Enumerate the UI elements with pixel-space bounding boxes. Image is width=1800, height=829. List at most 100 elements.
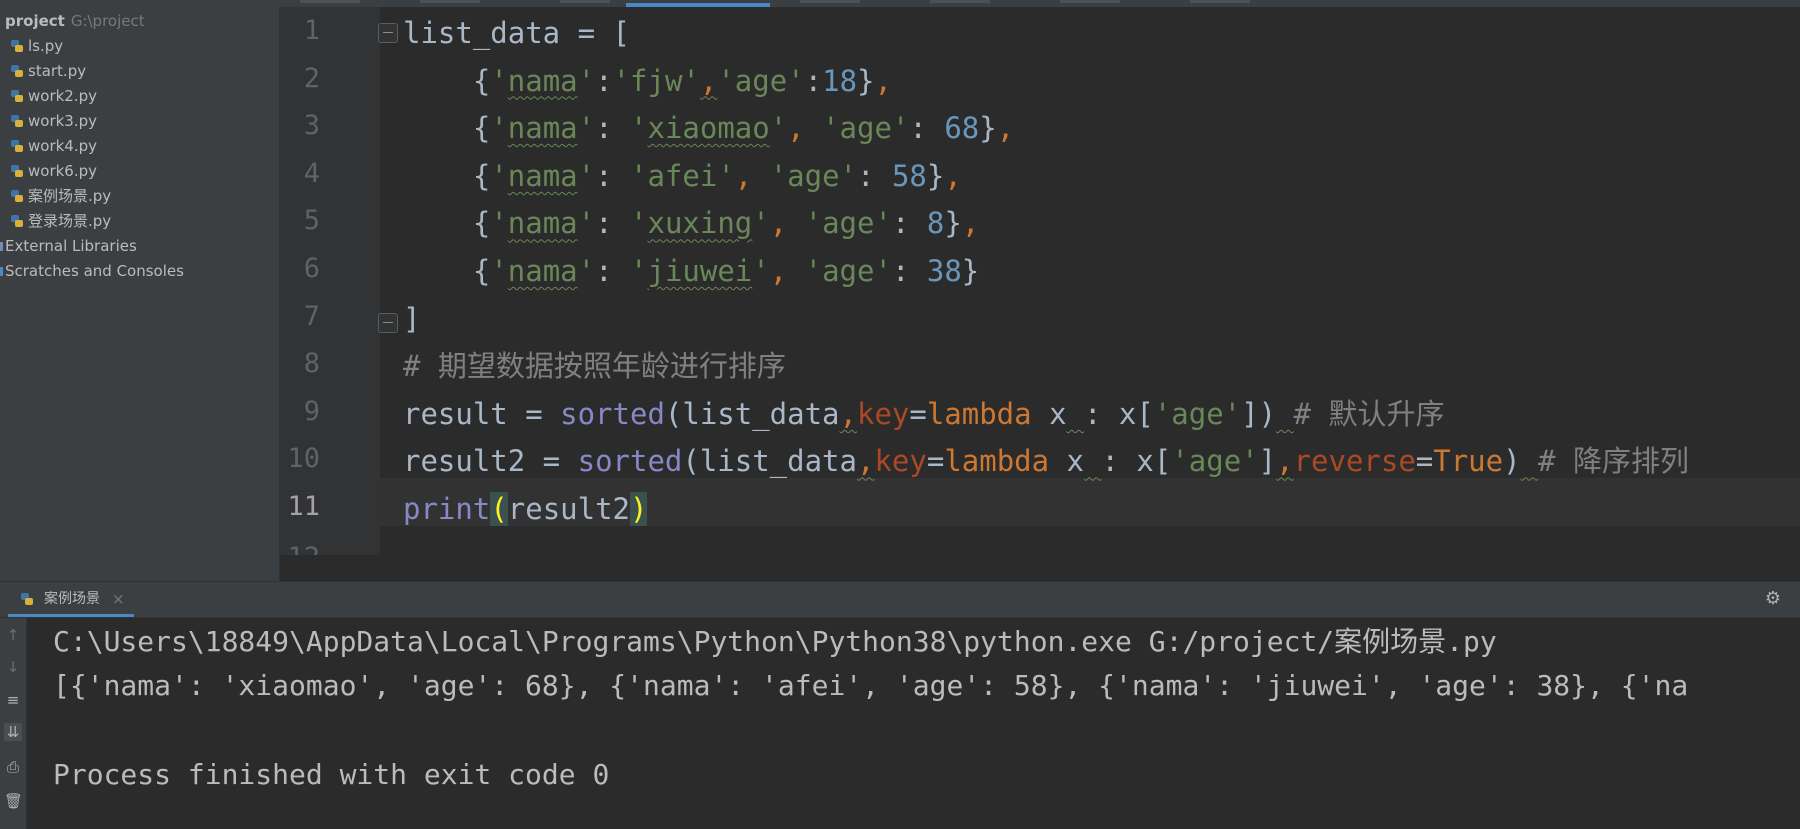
python-file-icon (11, 90, 23, 102)
line-number: 7 (303, 300, 320, 332)
code-line[interactable]: # 期望数据按照年龄进行排序 (403, 342, 786, 390)
scroll-to-end-icon[interactable]: ⇊ (4, 723, 22, 741)
code-line[interactable]: print(result2) (403, 485, 648, 533)
code-token: # 期望数据按照年龄进行排序 (403, 349, 786, 384)
code-token: key (874, 444, 927, 479)
run-tab-label: 案例场景 (44, 591, 100, 607)
tree-item-label: 登录场景.py (28, 212, 112, 230)
code-token: 'afei' (630, 158, 735, 193)
print-icon[interactable]: ⎙ (4, 758, 22, 776)
console-line: C:\Users\18849\AppData\Local\Programs\Py… (53, 625, 1497, 658)
fold-marker[interactable] (378, 313, 398, 333)
code-token: : (804, 63, 823, 98)
line-number: 12 (280, 544, 320, 555)
code-token: 'age' (1153, 396, 1242, 431)
line-number: 11 (287, 491, 320, 522)
python-file-icon (11, 190, 23, 202)
code-token: , (769, 206, 805, 241)
line-number: 9 (303, 395, 320, 427)
code-token: ' (490, 158, 508, 193)
code-token: ' (630, 111, 648, 146)
editor-tab-strip (0, 0, 1800, 7)
code-token: reverse (1293, 444, 1416, 479)
code-token: ' (577, 111, 596, 146)
code-token: ' (769, 111, 788, 146)
code-token: # 默认升序 (1293, 396, 1445, 431)
run-tab[interactable]: 案例场景 × (8, 582, 134, 617)
code-line[interactable]: {'nama': 'afei', 'age': 58}, (403, 152, 962, 200)
code-token: , (839, 396, 857, 431)
line-number: 10 (287, 443, 320, 475)
code-line[interactable]: result = sorted(list_data,key=lambda x :… (403, 390, 1444, 438)
code-token: 'fjw' (612, 63, 700, 98)
code-token: 'age' (1171, 444, 1259, 479)
code-token: print (403, 492, 491, 526)
line-number: 1 (303, 15, 320, 46)
code-token: ' (490, 206, 508, 241)
code-token: (list_data (664, 396, 840, 431)
code-token: } (857, 63, 875, 98)
code-token: (list_data (682, 444, 857, 479)
code-token: nama (507, 63, 578, 98)
code-token: { (403, 254, 491, 288)
code-token: result2 (507, 492, 630, 526)
run-tool-window: 案例场景 × ⚙ ↑ ↓ ≡ ⇊ ⎙ 🗑 C:\Users\18849\AppD… (0, 581, 1800, 829)
code-token: : (595, 111, 631, 146)
code-line[interactable]: {'nama':'fjw','age':18}, (403, 57, 892, 105)
down-arrow-icon[interactable]: ↓ (4, 658, 22, 676)
code-token: 38 (926, 254, 962, 288)
code-token: , (734, 158, 770, 193)
line-number-gutter: 1 2 3 4 5 6 7 8 9 10 11 (280, 7, 380, 555)
line-number: 5 (303, 205, 320, 237)
code-token: nama (507, 111, 578, 146)
console-line: [{'nama': 'xiaomao', 'age': 68}, {'nama'… (53, 669, 1689, 702)
code-token: : (857, 158, 892, 193)
tree-item-label: 案例场景.py (28, 187, 112, 205)
code-token: { (403, 158, 491, 193)
tree-item-label: ls.py (28, 37, 64, 55)
code-token: 8 (926, 206, 945, 241)
code-line[interactable]: ] (403, 295, 420, 343)
code-token: # 降序排列 (1538, 444, 1689, 479)
code-token: = (1415, 444, 1434, 479)
code-line[interactable]: {'nama': 'xuxing', 'age': 8}, (403, 199, 979, 247)
code-token: : (891, 254, 927, 288)
up-arrow-icon[interactable]: ↑ (4, 626, 22, 644)
code-token: 58 (891, 158, 927, 193)
python-file-icon (11, 115, 23, 127)
code-token: 'age' (769, 158, 858, 193)
fold-marker[interactable] (378, 23, 398, 43)
code-token: ' (577, 63, 596, 98)
code-token: ' (490, 111, 508, 146)
code-editor[interactable]: 1234567891011 12 list_data = [ {'nama':'… (280, 7, 1800, 581)
line-number: 2 (303, 62, 320, 94)
code-token: , (944, 158, 962, 193)
python-icon (21, 593, 33, 605)
code-token: 68 (944, 111, 980, 146)
gear-icon[interactable]: ⚙ (1764, 590, 1782, 608)
trash-icon[interactable]: 🗑 (4, 792, 23, 810)
code-token: ' (577, 158, 596, 193)
code-line[interactable]: result2 = sorted(list_data,key=lambda x … (403, 437, 1689, 485)
code-token: : (909, 111, 945, 146)
code-token: ( (490, 492, 508, 526)
code-line[interactable]: {'nama': 'jiuwei', 'age': 38} (403, 247, 979, 295)
code-token: x (1049, 444, 1084, 479)
code-token: ] (1258, 444, 1277, 479)
soft-wrap-icon[interactable]: ≡ (4, 691, 22, 709)
line-number: 8 (303, 348, 320, 380)
code-token: } (961, 254, 980, 288)
close-icon[interactable]: × (112, 582, 125, 617)
code-token: lambda (944, 444, 1050, 479)
code-token: ' (630, 254, 648, 288)
python-file-icon (11, 165, 23, 177)
code-token: result2 = (403, 444, 578, 479)
code-line[interactable]: list_data = [ (403, 9, 630, 57)
code-line[interactable]: {'nama': 'xiaomao', 'age': 68}, (403, 104, 1014, 152)
code-token: 18 (822, 63, 858, 98)
project-path: G:\project (70, 12, 145, 30)
code-token: lambda (926, 396, 1032, 431)
tree-item-label: work6.py (28, 162, 98, 180)
code-token: ) (1503, 444, 1521, 479)
tree-item-label: Scratches and Consoles (5, 262, 184, 280)
